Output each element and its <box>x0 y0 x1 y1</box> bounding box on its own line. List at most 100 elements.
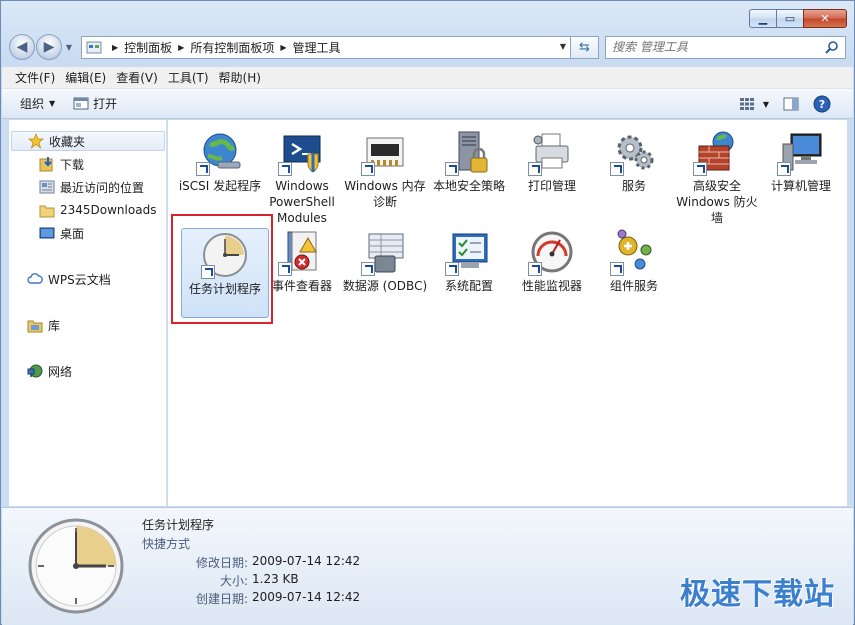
forward-arrow-icon: ▶ <box>43 39 55 55</box>
item-iscsi[interactable]: iSCSI 发起程序 <box>176 128 264 194</box>
menu-view[interactable]: 查看(V) <box>111 69 163 86</box>
computer-icon <box>777 128 825 176</box>
item-performance-monitor[interactable]: 性能监视器 <box>508 228 596 294</box>
nav-2345downloads[interactable]: 2345Downloads <box>39 200 156 220</box>
open-button[interactable]: 打开 <box>73 95 117 112</box>
details-created-value: 2009-07-14 12:42 <box>252 590 361 604</box>
open-label: 打开 <box>93 97 118 111</box>
item-powershell-modules[interactable]: Windows PowerShell Modules <box>258 128 346 226</box>
shortcut-arrow-icon <box>445 262 459 276</box>
address-bar[interactable]: ▶ 控制面板 ▶ 所有控制面板项 ▶ 管理工具 ▼ <box>81 35 571 59</box>
refresh-button[interactable]: ⇆ <box>571 35 599 59</box>
item-windows-firewall[interactable]: 高级安全 Windows 防火墙 <box>673 128 761 226</box>
maximize-button[interactable]: ▭ <box>776 9 804 28</box>
nav-library[interactable]: 库 <box>27 315 60 335</box>
details-name: 任务计划程序 <box>142 518 215 532</box>
star-icon <box>28 133 44 149</box>
search-input[interactable] <box>612 40 812 54</box>
organize-button[interactable]: 组织 ▼ <box>20 95 55 112</box>
nav-wps-label: WPS云文档 <box>48 272 111 287</box>
nav-desktop[interactable]: 桌面 <box>39 223 84 243</box>
item-component-services[interactable]: 组件服务 <box>590 228 678 294</box>
menu-help[interactable]: 帮助(H) <box>214 69 266 86</box>
caption-buttons: ▁ ▭ ✕ <box>749 9 847 28</box>
powershell-icon <box>278 128 326 176</box>
menu-edit[interactable]: 编辑(E) <box>60 69 111 86</box>
maximize-icon: ▭ <box>784 12 796 25</box>
address-dropdown-icon[interactable]: ▼ <box>560 42 566 51</box>
memory-chip-icon <box>361 128 409 176</box>
chevron-down-icon[interactable]: ▼ <box>763 100 769 109</box>
open-icon <box>73 97 89 110</box>
gauge-icon <box>528 228 576 276</box>
shortcut-arrow-icon <box>361 162 375 176</box>
breadcrumb-control-panel[interactable]: 控制面板 <box>124 39 172 56</box>
shortcut-arrow-icon <box>777 162 791 176</box>
downloads-folder-icon <box>39 157 53 172</box>
preview-pane-icon[interactable] <box>783 97 799 111</box>
forward-button[interactable]: ▶ <box>36 34 62 60</box>
recent-pages-dropdown[interactable]: ▼ <box>63 43 75 52</box>
item-print-management[interactable]: 打印管理 <box>508 128 596 194</box>
svg-text:?: ? <box>819 98 825 111</box>
item-label: iSCSI 发起程序 <box>178 179 262 193</box>
item-computer-management[interactable]: 计算机管理 <box>757 128 845 194</box>
nav-downloads[interactable]: 下载 <box>39 154 84 174</box>
breadcrumb-admin-tools[interactable]: 管理工具 <box>293 39 341 56</box>
details-modified-value: 2009-07-14 12:42 <box>252 554 361 568</box>
command-bar: 组织 ▼ 打开 ▼ ? <box>2 89 853 119</box>
breadcrumb-arrow-icon[interactable]: ▶ <box>178 43 184 52</box>
view-grid-icon <box>739 98 754 110</box>
chevron-down-icon: ▼ <box>49 99 56 108</box>
search-icon[interactable] <box>825 40 839 54</box>
shortcut-arrow-icon <box>528 262 542 276</box>
globe-network-icon <box>196 128 244 176</box>
site-watermark: 极速下载站 <box>680 577 835 612</box>
shortcut-arrow-icon <box>610 162 624 176</box>
breadcrumb-arrow-icon[interactable]: ▶ <box>280 43 286 52</box>
organize-label: 组织 <box>20 97 45 111</box>
item-label: 服务 <box>621 179 646 193</box>
nav-favorites[interactable]: 收藏夹 <box>11 131 165 151</box>
nav-favorites-label: 收藏夹 <box>49 134 86 149</box>
shortcut-arrow-icon <box>693 162 707 176</box>
item-label: 打印管理 <box>527 179 576 193</box>
item-system-configuration[interactable]: 系统配置 <box>425 228 513 294</box>
nav-recent[interactable]: 最近访问的位置 <box>39 177 144 197</box>
back-button[interactable]: ◀ <box>9 34 35 60</box>
shortcut-arrow-icon <box>528 162 542 176</box>
breadcrumb: ▶ 控制面板 ▶ 所有控制面板项 ▶ 管理工具 <box>106 39 341 56</box>
menu-file[interactable]: 文件(F) <box>10 69 60 86</box>
menu-bar: 文件(F) 编辑(E) 查看(V) 工具(T) 帮助(H) <box>2 67 853 89</box>
details-modified-row: 修改日期: 2009-07-14 12:42 <box>142 554 360 571</box>
details-size-row: 大小: 1.23 KB <box>142 572 299 589</box>
minimize-button[interactable]: ▁ <box>749 9 777 28</box>
help-icon[interactable]: ? <box>813 95 831 113</box>
firewall-icon <box>693 128 741 176</box>
close-icon: ✕ <box>820 12 830 25</box>
nav-network[interactable]: 网络 <box>27 361 72 381</box>
item-odbc-data-sources[interactable]: 数据源 (ODBC) <box>341 228 429 294</box>
details-pane: 任务计划程序 快捷方式 修改日期: 2009-07-14 12:42 大小: 1… <box>2 507 853 625</box>
menu-tools[interactable]: 工具(T) <box>163 69 214 86</box>
details-created-row: 创建日期: 2009-07-14 12:42 <box>142 590 360 607</box>
item-services[interactable]: 服务 <box>590 128 678 194</box>
shortcut-arrow-icon <box>196 162 210 176</box>
search-box[interactable] <box>605 35 846 59</box>
item-label: Windows 内存诊断 <box>344 179 426 209</box>
view-options-button[interactable]: ▼ <box>739 97 769 111</box>
folder-icon <box>39 205 55 218</box>
control-panel-icon <box>86 41 102 54</box>
item-label: 性能监视器 <box>521 279 582 293</box>
highlight-frame <box>171 214 273 324</box>
item-memory-diagnostic[interactable]: Windows 内存诊断 <box>341 128 429 210</box>
nav-wps-cloud[interactable]: WPS云文档 <box>27 269 111 289</box>
item-local-security-policy[interactable]: 本地安全策略 <box>425 128 513 194</box>
back-arrow-icon: ◀ <box>16 39 28 55</box>
server-lock-icon <box>445 128 493 176</box>
details-modified-label: 修改日期: <box>195 556 248 570</box>
breadcrumb-all-items[interactable]: 所有控制面板项 <box>190 39 274 56</box>
details-size-label: 大小: <box>219 574 248 588</box>
item-label: 组件服务 <box>609 279 658 293</box>
close-button[interactable]: ✕ <box>803 9 847 28</box>
